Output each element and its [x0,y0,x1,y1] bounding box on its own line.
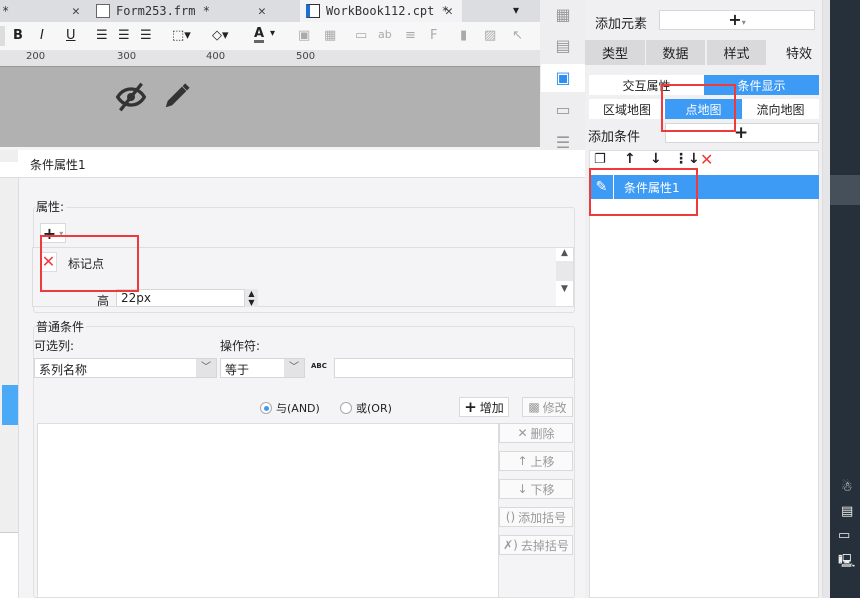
copy-icon[interactable]: ❐ [594,152,606,167]
highlight-box [589,168,698,216]
merge-cell-icon[interactable]: ▣ [298,28,310,43]
parenthesis-icon: () [505,510,516,524]
font-color-button[interactable]: A [254,27,265,43]
remove-parenthesis-button[interactable]: ✗) 去掉括号 [499,535,573,555]
tab-list-dropdown-icon[interactable]: ▾ [513,3,519,17]
robot-icon[interactable]: ☃ [841,480,853,495]
workbook-icon [306,4,320,18]
plus-icon: + [464,398,477,416]
device-icon[interactable]: ▤ [841,504,853,519]
dialog-title: 条件属性1 [18,150,585,178]
or-radio[interactable]: 或(OR) [340,400,392,416]
arrow-down-icon[interactable]: ↓ [650,151,662,167]
battery-icon[interactable]: ▭ [838,528,850,543]
formula-icon[interactable]: F [430,28,437,43]
network-icon[interactable]: 🖳 [838,552,855,574]
image-icon[interactable]: ▨ [484,28,496,43]
modify-icon: ▩ [528,400,540,414]
align-center-icon[interactable]: ☰ [118,28,130,43]
report-canvas [0,67,540,147]
map-preview [0,150,18,598]
maptab-flow[interactable]: 流向地图 [742,99,819,119]
text-icon[interactable]: ab [378,28,392,41]
form-file-icon [96,4,110,18]
add-button[interactable]: + 增加 [459,397,509,417]
highlight-box [661,84,736,132]
border-icon[interactable]: ⬚▾ [172,28,191,43]
column-select[interactable]: 系列名称 ﹀ [34,358,217,378]
tab-1[interactable]: * ✕ [2,0,90,22]
move-up-button[interactable]: ↑ 上移 [499,451,573,471]
tab-type[interactable]: 类型 [585,40,645,65]
textfield-icon[interactable]: ▭ [355,28,367,43]
close-icon[interactable]: ✕ [445,4,453,19]
add-element-label: 添加元素 [595,17,648,32]
add-element-button[interactable]: +▾ [659,10,815,30]
tab-style[interactable]: 样式 [707,40,766,65]
height-label: 高 [97,294,110,308]
dropdown-widget-icon[interactable]: ▭ [548,97,578,123]
pointer-icon[interactable]: ↖ [512,28,523,43]
highlight-box [40,235,139,292]
move-to-bottom-icon[interactable]: ⋮↓ [674,151,700,167]
grid-icon[interactable]: ▦ [324,28,336,43]
align-left-icon[interactable]: ☰ [96,28,108,43]
delete-button[interactable]: ✕ 删除 [499,423,573,443]
arrow-up-icon[interactable]: ↑ [624,151,636,167]
align-right-icon[interactable]: ☰ [140,28,152,43]
tab-data[interactable]: 数据 [646,40,705,65]
height-spinner[interactable]: ▲ ▼ [245,289,258,307]
condition-section-label: 普通条件 [36,318,87,335]
italic-button[interactable]: I [40,28,44,43]
font-color-dropdown-icon[interactable]: ▾ [270,28,275,39]
maptab-region[interactable]: 区域地图 [589,99,665,119]
condition-list[interactable] [37,423,499,598]
underline-button[interactable]: U [66,28,76,43]
bold-button[interactable]: B [13,28,23,43]
panel-scrollbar[interactable] [822,0,830,598]
close-icon[interactable]: ✕ [258,4,266,19]
widget-attr-icon[interactable]: ▤ [548,33,578,59]
attribute-section-label: 属性: [36,198,67,215]
tab-effects[interactable]: 特效 [768,40,830,65]
paragraph-icon[interactable]: ≡ [405,28,416,43]
move-down-button[interactable]: ↓ 下移 [499,479,573,499]
and-radio[interactable]: 与(AND) [260,400,320,416]
tab-workbook112[interactable]: WorkBook112.cpt * ✕ [300,0,462,22]
value-type-icon[interactable]: ABC [311,362,327,370]
chart-icon[interactable]: ▮ [460,28,467,43]
add-condition-label: 添加条件 [588,130,641,145]
value-input[interactable] [334,358,573,378]
chevron-down-icon: ﹀ [196,359,216,377]
attribute-scrollbar[interactable]: ▲ ▼ [556,248,573,306]
ruler: 200 300 400 500 [0,50,540,67]
operator-select[interactable]: 等于 ﹀ [220,358,305,378]
tab-form253[interactable]: Form253.frm * ✕ [90,0,300,22]
arrow-up-icon: ↑ [517,454,528,468]
chevron-down-icon: ﹀ [284,359,304,377]
delete-condition-icon[interactable]: ✕ [700,150,713,169]
eye-slash-icon[interactable] [115,81,147,113]
arrow-down-icon: ↓ [517,482,528,496]
add-parenthesis-button[interactable]: () 添加括号 [499,507,573,527]
close-icon[interactable]: ✕ [72,4,80,19]
pencil-icon[interactable] [162,81,192,111]
delete-icon: ✕ [517,426,528,440]
column-label: 可选列: [34,339,75,353]
chart-attr-icon[interactable]: ▣ [548,65,578,91]
remove-parenthesis-icon: ✗) [503,538,518,552]
cell-attr-icon[interactable]: ▦ [548,2,578,28]
modify-button[interactable]: ▩ 修改 [522,397,573,417]
operator-label: 操作符: [220,339,261,353]
fill-color-icon[interactable]: ◇▾ [212,28,229,43]
condition-list-panel [589,150,819,598]
